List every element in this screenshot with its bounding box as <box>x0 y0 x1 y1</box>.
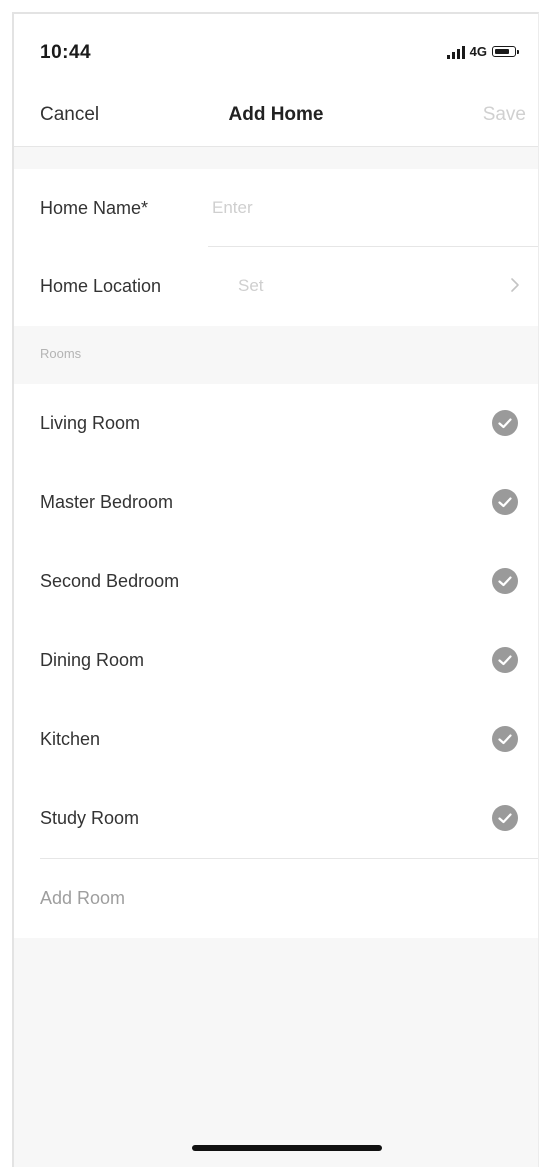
home-name-row: Home Name* <box>14 169 538 247</box>
add-room-button[interactable]: Add Room <box>14 859 538 938</box>
rooms-list: Living Room Master Bedroom Second Bedroo… <box>14 384 538 938</box>
home-name-label: Home Name* <box>40 197 149 218</box>
add-room-label: Add Room <box>40 888 126 908</box>
check-circle-icon[interactable] <box>492 805 518 831</box>
status-indicators: 4G <box>446 44 519 59</box>
check-circle-icon[interactable] <box>492 647 518 673</box>
room-item-living-room[interactable]: Living Room <box>14 384 538 463</box>
home-indicator[interactable] <box>192 1145 382 1151</box>
check-circle-icon[interactable] <box>492 489 518 515</box>
network-type: 4G <box>469 44 487 59</box>
navigation-bar: Cancel Add Home Save <box>14 84 538 147</box>
check-circle-icon[interactable] <box>492 726 518 752</box>
section-spacer <box>14 147 538 169</box>
home-location-row[interactable]: Home Location Set <box>14 247 538 325</box>
room-label: Dining Room <box>40 650 145 670</box>
room-label: Study Room <box>40 808 140 828</box>
save-button[interactable]: Save <box>483 104 526 126</box>
room-label: Master Bedroom <box>40 492 174 512</box>
battery-icon <box>492 46 519 57</box>
home-location-label: Home Location <box>40 275 162 296</box>
signal-icon <box>446 45 465 59</box>
status-bar: 10:44 4G <box>14 14 538 84</box>
room-item-kitchen[interactable]: Kitchen <box>14 700 538 779</box>
home-form: Home Name* Home Location Set <box>14 169 538 326</box>
phone-screen: 10:44 4G Cancel Add Home Save Home Name*… <box>12 12 539 1167</box>
check-circle-icon[interactable] <box>492 568 518 594</box>
home-location-value: Set <box>238 276 264 295</box>
chevron-right-icon <box>511 278 519 292</box>
room-item-study-room[interactable]: Study Room <box>14 779 538 858</box>
rooms-header-label: Rooms <box>40 346 82 361</box>
room-item-master-bedroom[interactable]: Master Bedroom <box>14 463 538 542</box>
room-label: Kitchen <box>40 729 101 749</box>
check-circle-icon[interactable] <box>492 410 518 436</box>
home-name-input[interactable] <box>212 198 538 218</box>
status-time: 10:44 <box>40 42 92 63</box>
room-label: Second Bedroom <box>40 571 180 591</box>
page-title: Add Home <box>228 104 324 125</box>
room-item-second-bedroom[interactable]: Second Bedroom <box>14 542 538 621</box>
room-label: Living Room <box>40 413 141 433</box>
rooms-section-header: Rooms <box>14 326 538 384</box>
room-item-dining-room[interactable]: Dining Room <box>14 621 538 700</box>
